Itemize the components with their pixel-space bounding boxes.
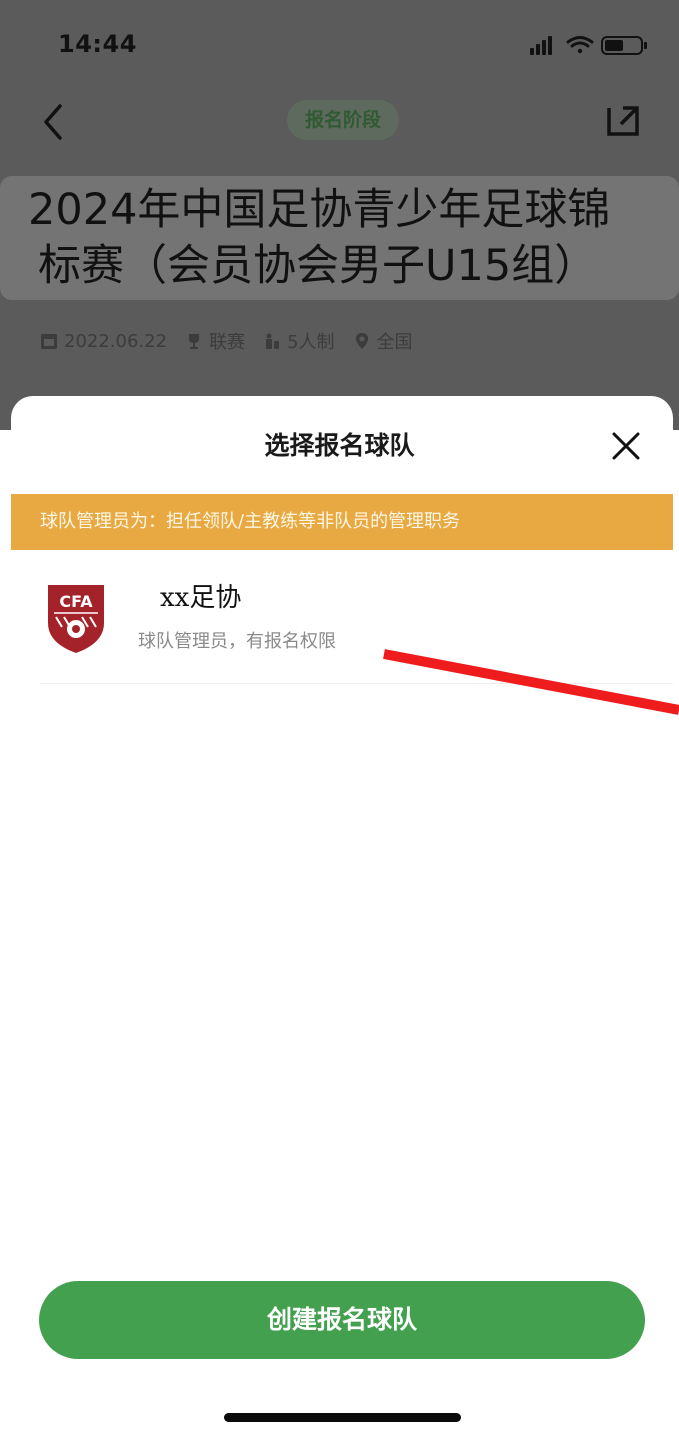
stage-badge: 报名阶段 (287, 100, 399, 140)
team-role: 球队管理员，有报名权限 (138, 631, 336, 652)
meta-format: 5人制 (263, 328, 335, 354)
status-bar: 14:44 (0, 0, 679, 90)
admin-notice-text: 球队管理员为：担任领队/主教练等非队员的管理职务 (40, 511, 461, 532)
title-line-2: 标赛（会员协会男子U15组） (38, 241, 598, 291)
meta-date: 2022.06.22 (40, 331, 167, 352)
meta-row: 2022.06.22 联赛 5人制 全国 (40, 326, 431, 356)
wifi-icon (566, 36, 594, 54)
title-line-1: 2024年中国足协青少年足球锦 (28, 185, 611, 235)
create-team-button[interactable]: 创建报名球队 (39, 1281, 645, 1359)
signal-icon (530, 36, 552, 55)
close-icon[interactable] (608, 428, 644, 464)
annotation-arrow (383, 649, 679, 715)
sheet-title: 选择报名球队 (264, 431, 415, 460)
svg-text:CFA: CFA (59, 592, 93, 611)
calendar-icon (41, 334, 57, 349)
meta-region: 全国 (353, 328, 413, 354)
team-name: xx足协 (160, 583, 242, 613)
status-icons (530, 36, 647, 55)
status-time: 14:44 (58, 30, 137, 58)
competition-title: 2024年中国足协青少年足球锦 标赛（会员协会男子U15组） (28, 182, 668, 294)
admin-notice: 球队管理员为：担任领队/主教练等非队员的管理职务 (11, 494, 673, 550)
cfa-logo: CFA (48, 585, 104, 653)
share-icon[interactable] (603, 100, 643, 140)
home-indicator (224, 1413, 461, 1422)
back-icon[interactable] (36, 100, 76, 144)
trophy-icon (189, 334, 200, 349)
players-icon (266, 333, 280, 349)
location-icon (355, 333, 368, 349)
battery-icon (601, 36, 647, 55)
meta-type: 联赛 (185, 328, 245, 354)
